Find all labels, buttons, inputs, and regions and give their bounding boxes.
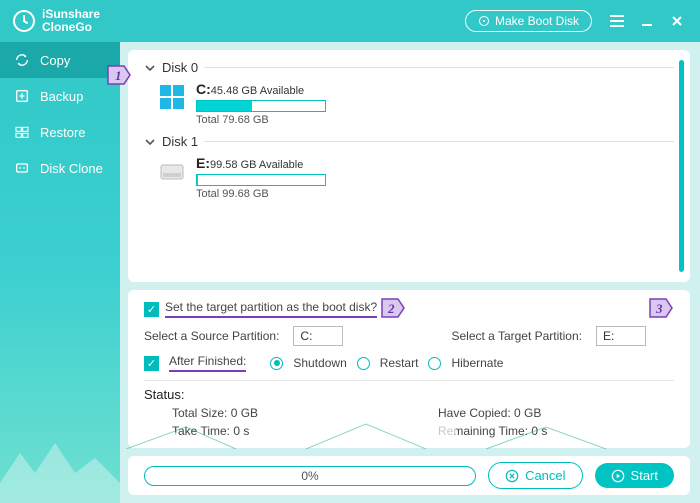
- partition-available: 99.58 GB Available: [210, 159, 303, 171]
- restore-icon: [14, 124, 30, 140]
- partition-row[interactable]: E:99.58 GB Available Total 99.68 GB: [144, 155, 674, 200]
- disk-header[interactable]: Disk 1: [144, 134, 674, 149]
- progress-bar: 0%: [144, 466, 476, 486]
- status-title: Status:: [144, 387, 674, 402]
- main-area: Disk 0 C:45.48 GB Available Total 79.68 …: [120, 42, 700, 503]
- svg-text:1: 1: [115, 68, 122, 83]
- app-logo: iSunshareCloneGo: [12, 8, 100, 34]
- after-finished-label: After Finished:: [169, 354, 246, 372]
- sidebar-item-label: Backup: [40, 89, 83, 104]
- annotation-tag-2: 2: [380, 297, 406, 319]
- cancel-label: Cancel: [525, 468, 565, 483]
- cancel-icon: [505, 469, 519, 483]
- disk-0: Disk 0 C:45.48 GB Available Total 79.68 …: [144, 60, 674, 126]
- play-icon: [611, 469, 625, 483]
- annotation-tag-1: 1: [106, 64, 132, 86]
- target-label: Select a Target Partition:: [451, 329, 582, 343]
- radio-hibernate-label: Hibernate: [451, 356, 503, 370]
- svg-text:2: 2: [387, 301, 395, 316]
- make-boot-disk-button[interactable]: Make Boot Disk: [465, 10, 592, 32]
- progress-text: 0%: [301, 469, 318, 483]
- disk-name: Disk 0: [162, 60, 198, 75]
- chevron-down-icon: [144, 62, 156, 74]
- sidebar-item-restore[interactable]: Restore: [0, 114, 120, 150]
- boot-disk-checkbox[interactable]: ✓: [144, 302, 159, 317]
- make-boot-label: Make Boot Disk: [495, 14, 579, 28]
- menu-button[interactable]: [602, 6, 632, 36]
- sidebar: Copy Backup Restore Disk Clone: [0, 42, 120, 503]
- partition-row[interactable]: C:45.48 GB Available Total 79.68 GB: [144, 81, 674, 126]
- sidebar-item-label: Disk Clone: [40, 161, 103, 176]
- drive-icon: [158, 157, 186, 185]
- usage-bar: [196, 100, 326, 112]
- partition-total: Total 79.68 GB: [196, 114, 326, 126]
- partition-letter: C:: [196, 81, 211, 97]
- annotation-tag-3: 3: [648, 297, 674, 319]
- scrollbar[interactable]: [679, 60, 684, 272]
- target-partition-select[interactable]: E:: [596, 326, 646, 346]
- copy-icon: [14, 52, 30, 68]
- status-total-size: Total Size: 0 GB: [172, 406, 408, 420]
- sidebar-item-label: Copy: [40, 53, 70, 68]
- radio-restart[interactable]: [357, 357, 370, 370]
- menu-icon: [609, 14, 625, 28]
- disks-panel: Disk 0 C:45.48 GB Available Total 79.68 …: [128, 50, 690, 282]
- chevron-down-icon: [144, 136, 156, 148]
- app-name-2: CloneGo: [42, 21, 100, 34]
- minimize-button[interactable]: [632, 6, 662, 36]
- sidebar-item-disk-clone[interactable]: Disk Clone: [0, 150, 120, 186]
- status-take-time: Take Time: 0 s: [172, 424, 408, 438]
- minimize-icon: [640, 14, 654, 28]
- sidebar-scenery: [0, 413, 120, 503]
- partition-total: Total 99.68 GB: [196, 188, 326, 200]
- close-icon: [670, 14, 684, 28]
- logo-icon: [12, 9, 36, 33]
- start-label: Start: [631, 468, 658, 483]
- radio-shutdown[interactable]: [270, 357, 283, 370]
- cancel-button[interactable]: Cancel: [488, 462, 582, 489]
- footer-panel: 0% Cancel Start: [128, 456, 690, 495]
- status-have-copied: Have Copied: 0 GB: [438, 406, 674, 420]
- status-remaining: Remaining Time: 0 s: [438, 424, 674, 438]
- sidebar-item-copy[interactable]: Copy: [0, 42, 120, 78]
- boot-disk-label: Set the target partition as the boot dis…: [165, 300, 377, 318]
- after-finished-checkbox[interactable]: ✓: [144, 356, 159, 371]
- radio-restart-label: Restart: [380, 356, 419, 370]
- sidebar-item-label: Restore: [40, 125, 86, 140]
- disk-icon: [478, 15, 490, 27]
- radio-hibernate[interactable]: [428, 357, 441, 370]
- settings-panel: ✓ Set the target partition as the boot d…: [128, 290, 690, 448]
- sidebar-item-backup[interactable]: Backup: [0, 78, 120, 114]
- disk-clone-icon: [14, 160, 30, 176]
- titlebar: iSunshareCloneGo Make Boot Disk: [0, 0, 700, 42]
- disk-name: Disk 1: [162, 134, 198, 149]
- svg-text:3: 3: [655, 301, 663, 316]
- close-button[interactable]: [662, 6, 692, 36]
- radio-shutdown-label: Shutdown: [293, 356, 346, 370]
- windows-drive-icon: [158, 83, 186, 111]
- source-label: Select a Source Partition:: [144, 329, 279, 343]
- disk-header[interactable]: Disk 0: [144, 60, 674, 75]
- usage-bar: [196, 174, 326, 186]
- source-partition-select[interactable]: C:: [293, 326, 343, 346]
- backup-icon: [14, 88, 30, 104]
- start-button[interactable]: Start: [595, 463, 674, 488]
- partition-available: 45.48 GB Available: [211, 85, 304, 97]
- partition-letter: E:: [196, 155, 210, 171]
- disk-1: Disk 1 E:99.58 GB Available Total 99.68 …: [144, 134, 674, 200]
